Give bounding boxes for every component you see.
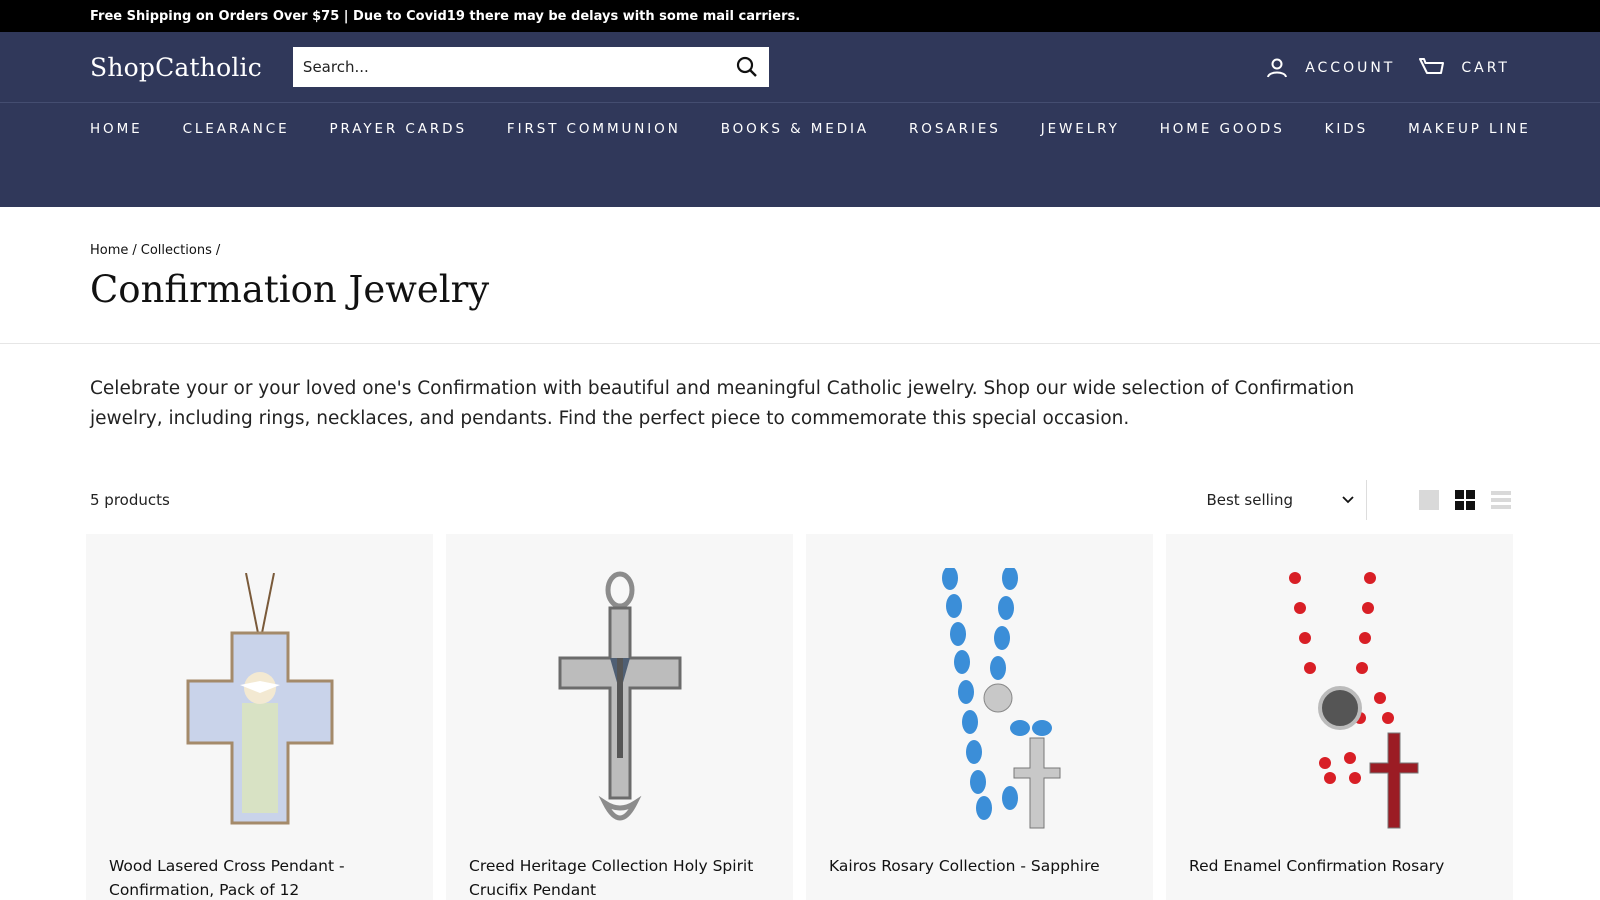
sort-select[interactable]: Best selling	[1206, 491, 1355, 509]
breadcrumb-separator: /	[132, 243, 137, 258]
view-toggle	[1404, 489, 1512, 511]
product-image	[806, 568, 1153, 838]
product-card[interactable]: Red Enamel Confirmation Rosary	[1166, 534, 1513, 900]
announcement-text: Free Shipping on Orders Over $75 | Due t…	[90, 8, 801, 24]
breadcrumb-separator: /	[215, 243, 221, 258]
site-logo[interactable]: ShopCatholic	[90, 53, 262, 82]
product-image	[86, 568, 433, 838]
product-title[interactable]: Red Enamel Confirmation Rosary	[1189, 854, 1489, 878]
page-title: Confirmation Jewelry	[90, 268, 490, 311]
divider	[1366, 480, 1367, 520]
product-image	[1166, 568, 1513, 838]
product-card[interactable]: Wood Lasered Cross Pendant - Confirmatio…	[86, 534, 433, 900]
nav-item-first-communion[interactable]: FIRST COMMUNION	[507, 121, 681, 137]
cart-icon	[1419, 57, 1445, 74]
nav-item-home[interactable]: HOME	[90, 121, 143, 137]
breadcrumb-collections[interactable]: Collections	[141, 243, 212, 258]
collection-description: Celebrate your or your loved one's Confi…	[90, 378, 1355, 429]
nav-item-books-media[interactable]: BOOKS & MEDIA	[721, 121, 869, 137]
product-count: 5 products	[90, 491, 170, 509]
nav-item-jewelry[interactable]: JEWELRY	[1041, 121, 1120, 137]
search-input[interactable]	[302, 58, 735, 76]
sort-selected: Best selling	[1206, 491, 1293, 509]
search-bar	[292, 47, 769, 87]
product-title[interactable]: Wood Lasered Cross Pendant - Confirmatio…	[109, 854, 409, 900]
collection-toolbar: 5 products Best selling	[0, 480, 1600, 520]
account-link[interactable]: ACCOUNT	[1265, 56, 1395, 80]
account-icon	[1267, 58, 1288, 77]
nav-item-makeup-line[interactable]: MAKEUP LINE	[1408, 121, 1531, 137]
main-nav: HOME CLEARANCE PRAYER CARDS FIRST COMMUN…	[0, 103, 1600, 207]
cart-link[interactable]: CART	[1419, 57, 1510, 79]
account-label: ACCOUNT	[1305, 59, 1396, 76]
search-icon[interactable]	[735, 55, 759, 79]
view-small-icon[interactable]	[1454, 489, 1476, 511]
product-image	[446, 568, 793, 838]
nav-item-kids[interactable]: KIDS	[1325, 121, 1368, 137]
product-card[interactable]: Kairos Rosary Collection - Sapphire	[806, 534, 1153, 900]
product-title[interactable]: Kairos Rosary Collection - Sapphire	[829, 854, 1129, 878]
breadcrumb-home[interactable]: Home	[90, 243, 128, 258]
chevron-down-icon	[1342, 496, 1354, 504]
breadcrumb: Home / Collections /	[0, 207, 1600, 258]
announcement-bar: Free Shipping on Orders Over $75 | Due t…	[0, 0, 1600, 32]
product-card[interactable]: Creed Heritage Collection Holy Spirit Cr…	[446, 534, 793, 900]
view-large-icon[interactable]	[1418, 489, 1440, 511]
nav-item-prayer-cards[interactable]: PRAYER CARDS	[330, 121, 467, 137]
nav-item-rosaries[interactable]: ROSARIES	[909, 121, 1001, 137]
view-list-icon[interactable]	[1490, 489, 1512, 511]
cart-label: CART	[1461, 59, 1510, 76]
nav-item-home-goods[interactable]: HOME GOODS	[1160, 121, 1285, 137]
site-header: ShopCatholic ACCOUNT CART	[0, 32, 1600, 103]
product-grid: Wood Lasered Cross Pendant - Confirmatio…	[0, 520, 1600, 900]
product-title[interactable]: Creed Heritage Collection Holy Spirit Cr…	[469, 854, 769, 900]
nav-item-clearance[interactable]: CLEARANCE	[183, 121, 290, 137]
